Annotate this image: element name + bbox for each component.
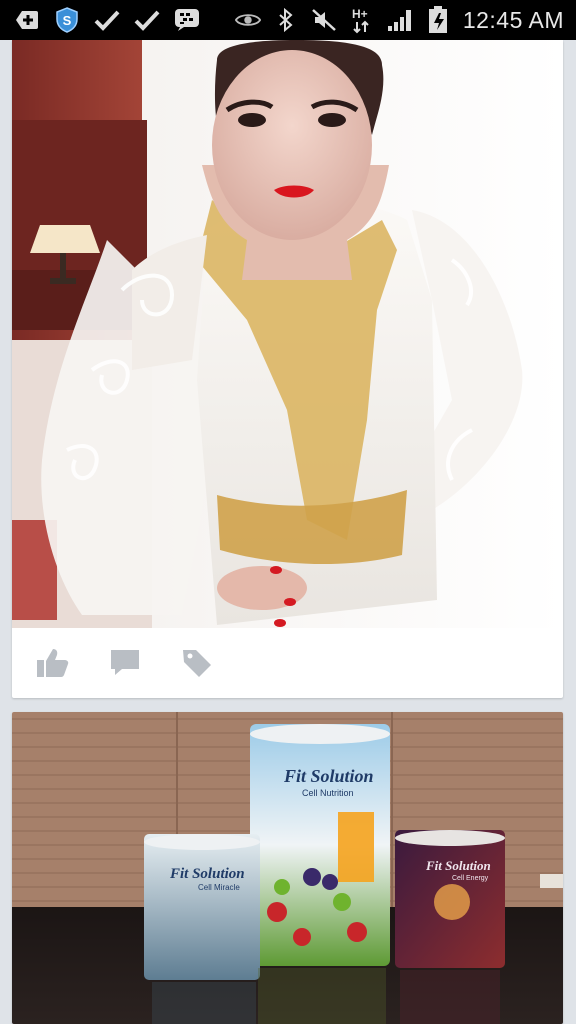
- bluetooth-icon: [273, 7, 299, 33]
- status-bar: S H+ 12:45 AM: [0, 0, 576, 40]
- shield-icon: S: [54, 7, 80, 33]
- check-icon: [134, 7, 160, 33]
- svg-text:Cell Nutrition: Cell Nutrition: [302, 788, 354, 798]
- mute-icon: [311, 7, 337, 33]
- post-photo[interactable]: [12, 40, 563, 628]
- system-icons: H+ 12:45 AM: [234, 6, 576, 34]
- svg-text:S: S: [63, 13, 72, 28]
- signal-icon: [387, 7, 413, 33]
- post-actions: [12, 628, 563, 698]
- battery-icon: [425, 6, 451, 33]
- hplus-icon: H+: [349, 7, 375, 34]
- add-icon: [14, 7, 40, 33]
- notification-icons: S: [0, 7, 200, 33]
- post-card: [12, 40, 563, 698]
- clock: 12:45 AM: [462, 6, 564, 33]
- like-icon[interactable]: [36, 646, 70, 680]
- check-icon: [94, 7, 120, 33]
- post-card: Fit Solution Cell Nutrition Fit Solution…: [12, 712, 563, 1024]
- svg-text:Cell Energy: Cell Energy: [452, 875, 489, 882]
- svg-text:Fit Solution: Fit Solution: [283, 766, 374, 786]
- svg-text:Cell Miracle: Cell Miracle: [198, 883, 240, 892]
- tag-icon[interactable]: [180, 646, 214, 680]
- svg-text:Fit Solution: Fit Solution: [169, 866, 245, 882]
- bbm-icon: [174, 7, 200, 33]
- post-photo[interactable]: Fit Solution Cell Nutrition Fit Solution…: [12, 712, 563, 1024]
- svg-text:Fit Solution: Fit Solution: [425, 858, 491, 873]
- eye-icon: [234, 7, 261, 33]
- svg-text:H+: H+: [352, 7, 368, 21]
- comment-icon[interactable]: [108, 646, 142, 680]
